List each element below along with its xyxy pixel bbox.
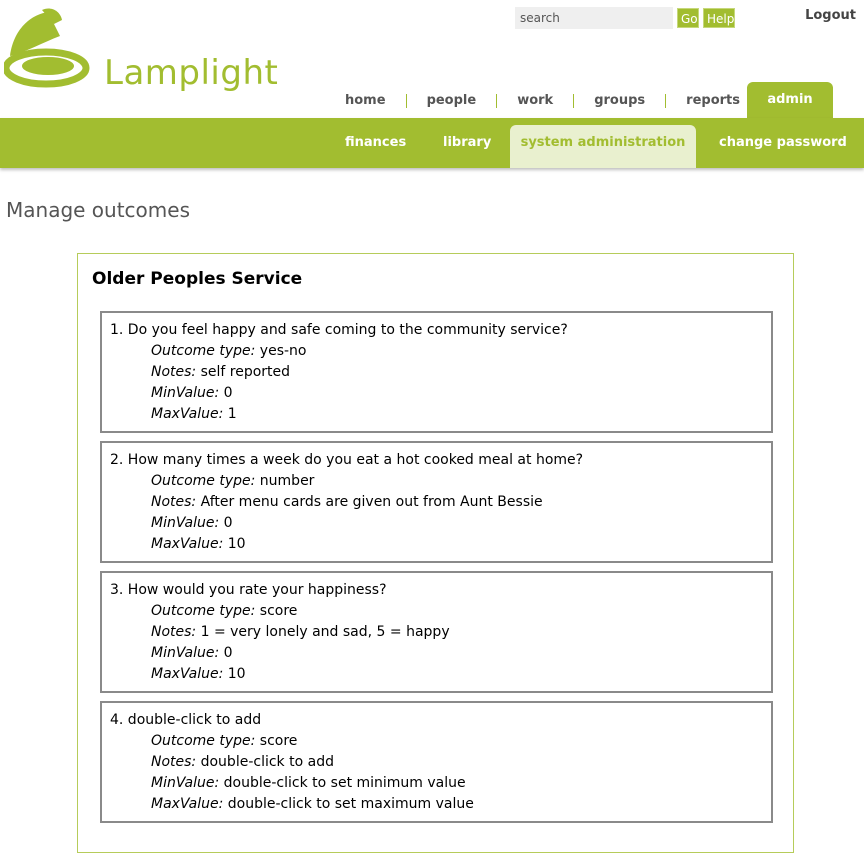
outcome-notes-row: Notes: 1 = very lonely and sad, 5 = happ…	[151, 624, 450, 640]
outcome-type-value[interactable]: number	[260, 473, 315, 489]
outcome-max-value[interactable]: 10	[228, 536, 246, 552]
outcome-item[interactable]: 1. Do you feel happy and safe coming to …	[100, 311, 773, 433]
outcome-type-label: Outcome type:	[151, 473, 256, 489]
sub-nav-bar: finances library system administration c…	[0, 118, 864, 168]
outcome-min-label: MinValue:	[151, 385, 220, 401]
outcome-min-value[interactable]: 0	[224, 385, 233, 401]
outcome-max-value[interactable]: 1	[228, 406, 237, 422]
outcome-type-value[interactable]: score	[260, 603, 298, 619]
outcome-type-row: Outcome type: number	[151, 473, 314, 489]
outcome-type-label: Outcome type:	[151, 343, 256, 359]
nav-item-work[interactable]: work	[496, 94, 573, 108]
outcome-max-row: MaxValue: 10	[151, 666, 246, 682]
outcome-question: 4. double-click to add	[110, 712, 262, 728]
outcome-item[interactable]: 4. double-click to add Outcome type: sco…	[100, 701, 773, 823]
outcome-min-label: MinValue:	[151, 645, 220, 661]
search-input[interactable]	[515, 7, 673, 29]
main-nav: home people work groups reports	[325, 90, 760, 112]
outcome-notes-value[interactable]: self reported	[201, 364, 290, 380]
outcome-type-label: Outcome type:	[151, 603, 256, 619]
outcome-type-value[interactable]: yes-no	[260, 343, 307, 359]
outcome-notes-value[interactable]: double-click to add	[201, 754, 334, 770]
outcome-notes-label: Notes:	[151, 624, 197, 640]
outcome-notes-label: Notes:	[151, 754, 197, 770]
nav-item-people[interactable]: people	[405, 94, 497, 108]
outcome-max-row: MaxValue: double-click to set maximum va…	[151, 796, 474, 812]
outcome-min-value[interactable]: double-click to set minimum value	[224, 775, 466, 791]
outcome-min-row: MinValue: 0	[151, 385, 233, 401]
outcomes-panel: Older Peoples Service 1. Do you feel hap…	[77, 253, 794, 853]
panel-title: Older Peoples Service	[92, 269, 303, 289]
outcome-max-row: MaxValue: 1	[151, 406, 237, 422]
lamplight-logo[interactable]: Lamplight	[2, 6, 278, 93]
outcome-max-label: MaxValue:	[151, 796, 224, 812]
logo-text: Lamplight	[104, 53, 279, 93]
outcome-notes-value[interactable]: 1 = very lonely and sad, 5 = happy	[201, 624, 450, 640]
sub-nav-system-administration[interactable]: system administration	[510, 125, 696, 168]
outcome-min-row: MinValue: double-click to set minimum va…	[151, 775, 466, 791]
outcome-min-row: MinValue: 0	[151, 645, 233, 661]
outcome-item[interactable]: 2. How many times a week do you eat a ho…	[100, 441, 773, 563]
outcome-question: 3. How would you rate your happiness?	[110, 582, 387, 598]
outcome-max-value[interactable]: double-click to set maximum value	[228, 796, 474, 812]
page-title: Manage outcomes	[6, 198, 190, 222]
nav-item-admin[interactable]: admin	[747, 82, 833, 118]
outcome-min-label: MinValue:	[151, 775, 220, 791]
lamp-icon	[2, 8, 90, 88]
outcome-max-label: MaxValue:	[151, 666, 224, 682]
outcome-type-row: Outcome type: score	[151, 733, 297, 749]
outcome-max-value[interactable]: 10	[228, 666, 246, 682]
outcome-max-row: MaxValue: 10	[151, 536, 246, 552]
outcome-notes-row: Notes: After menu cards are given out fr…	[151, 494, 543, 510]
nav-item-home[interactable]: home	[325, 94, 406, 108]
outcome-min-row: MinValue: 0	[151, 515, 233, 531]
outcome-notes-row: Notes: self reported	[151, 364, 290, 380]
nav-item-reports[interactable]: reports	[665, 94, 760, 108]
sub-nav-change-password[interactable]: change password	[719, 118, 847, 168]
outcome-min-value[interactable]: 0	[224, 515, 233, 531]
outcome-min-label: MinValue:	[151, 515, 220, 531]
sub-nav-finances[interactable]: finances	[345, 118, 406, 168]
outcome-min-value[interactable]: 0	[224, 645, 233, 661]
outcome-max-label: MaxValue:	[151, 536, 224, 552]
help-button[interactable]: Help	[703, 8, 735, 28]
outcome-type-row: Outcome type: yes-no	[151, 343, 306, 359]
nav-item-groups[interactable]: groups	[573, 94, 665, 108]
outcome-notes-value[interactable]: After menu cards are given out from Aunt…	[201, 494, 543, 510]
outcome-type-value[interactable]: score	[260, 733, 298, 749]
outcome-notes-row: Notes: double-click to add	[151, 754, 334, 770]
go-button[interactable]: Go	[677, 8, 699, 28]
outcome-question: 1. Do you feel happy and safe coming to …	[110, 322, 568, 338]
outcome-item[interactable]: 3. How would you rate your happiness? Ou…	[100, 571, 773, 693]
logout-link[interactable]: Logout	[805, 8, 856, 23]
outcome-type-label: Outcome type:	[151, 733, 256, 749]
outcome-type-row: Outcome type: score	[151, 603, 297, 619]
outcome-notes-label: Notes:	[151, 494, 197, 510]
outcome-max-label: MaxValue:	[151, 406, 224, 422]
outcome-question: 2. How many times a week do you eat a ho…	[110, 452, 584, 468]
outcome-notes-label: Notes:	[151, 364, 197, 380]
sub-nav-library[interactable]: library	[443, 118, 491, 168]
